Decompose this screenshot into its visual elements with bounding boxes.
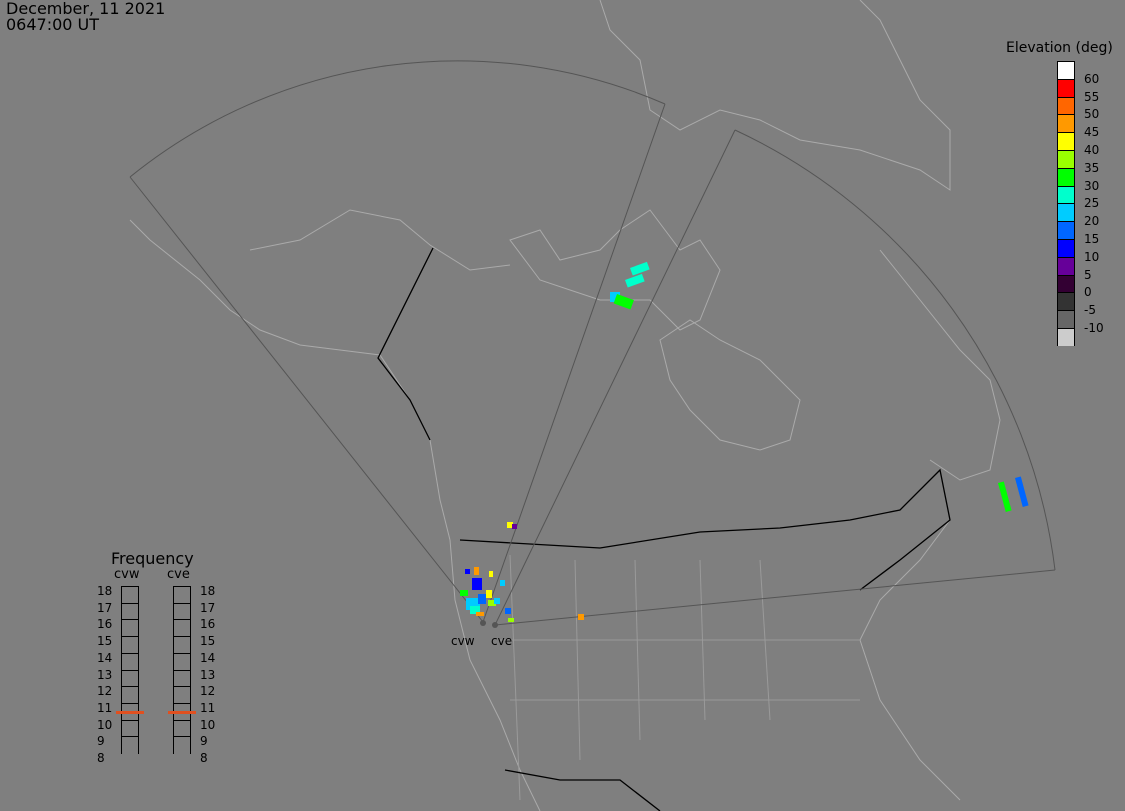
colorbar-label: 15 bbox=[1084, 232, 1100, 246]
colorbar-label: 5 bbox=[1084, 267, 1092, 282]
colorbar-label: 45 bbox=[1084, 125, 1100, 140]
alaska-coast bbox=[129, 219, 451, 541]
frequency-box bbox=[173, 669, 191, 688]
frequency-box bbox=[121, 669, 139, 688]
colorbar-swatch bbox=[1057, 167, 1075, 186]
frequency-box bbox=[173, 602, 191, 621]
east-coast bbox=[859, 519, 961, 801]
frequency-level-left: 12 bbox=[97, 684, 113, 699]
colorbar-swatch bbox=[1057, 149, 1075, 168]
frequency-box bbox=[173, 586, 191, 604]
cve-fov bbox=[494, 129, 1056, 626]
colorbar-label: 40 bbox=[1084, 143, 1100, 157]
colorbar-swatch bbox=[1057, 132, 1075, 150]
frequency-level-left: 9 bbox=[97, 734, 105, 749]
colorbar-swatch bbox=[1057, 96, 1075, 115]
frequency-level-right: 9 bbox=[200, 734, 208, 749]
colorbar-swatch bbox=[1057, 292, 1075, 311]
frequency-level-left: 17 bbox=[97, 600, 113, 615]
frequency-level-left: 10 bbox=[97, 717, 113, 732]
colorbar-swatch bbox=[1057, 256, 1075, 275]
colorbar-swatch bbox=[1057, 310, 1075, 328]
frequency-level-right: 16 bbox=[200, 617, 216, 632]
frequency-level-left: 13 bbox=[97, 667, 113, 682]
frequency-box bbox=[121, 636, 139, 654]
frequency-box bbox=[173, 636, 191, 654]
frequency-box bbox=[121, 652, 139, 671]
colorbar-label: 30 bbox=[1084, 178, 1100, 193]
frequency-level-left: 18 bbox=[97, 584, 113, 598]
colorbar-swatch bbox=[1057, 61, 1075, 79]
frequency-box bbox=[121, 686, 139, 704]
frequency-box bbox=[121, 619, 139, 638]
greenland-coast bbox=[599, 0, 951, 191]
frequency-marker-cvw bbox=[116, 711, 144, 715]
elevation-colorbar: 60 55 50 45 40 35 30 25 20 15 10 5 0 -5 -10 bbox=[1057, 61, 1104, 346]
frequency-level-left: 16 bbox=[97, 617, 113, 632]
frequency-level-right: 17 bbox=[200, 600, 216, 615]
frequency-level-left: 8 bbox=[97, 751, 105, 765]
frequency-title: Frequency bbox=[111, 549, 194, 568]
frequency-box bbox=[121, 736, 139, 754]
border-mexico bbox=[504, 769, 661, 811]
colorbar-label: 55 bbox=[1084, 89, 1100, 104]
frequency-level-right: 14 bbox=[200, 650, 216, 665]
colorbar-label: 0 bbox=[1084, 285, 1092, 300]
colorbar-swatch bbox=[1057, 238, 1075, 257]
border-canada-us bbox=[459, 468, 951, 591]
timestamp: December, 11 2021 0647:00 UT bbox=[6, 1, 165, 33]
frequency-box bbox=[121, 586, 139, 604]
frequency-level-right: 8 bbox=[200, 751, 208, 765]
arctic-islands bbox=[509, 209, 721, 331]
colorbar-swatch bbox=[1057, 78, 1075, 97]
frequency-box bbox=[121, 602, 139, 621]
frequency-level-right: 10 bbox=[200, 717, 216, 732]
colorbar-swatch bbox=[1057, 274, 1075, 293]
west-coast bbox=[449, 539, 541, 811]
frequency-level-right: 11 bbox=[200, 700, 216, 715]
colorbar-label: 25 bbox=[1084, 196, 1100, 211]
frequency-box bbox=[173, 652, 191, 671]
frequency-level-left: 14 bbox=[97, 650, 113, 665]
frequency-marker-cve bbox=[168, 711, 196, 715]
radar-map bbox=[129, 0, 1056, 811]
frequency-level-right: 15 bbox=[200, 634, 216, 649]
colorbar-swatch bbox=[1057, 203, 1075, 222]
colorbar-label: 60 bbox=[1084, 71, 1100, 86]
cvw-fov bbox=[129, 60, 666, 623]
frequency-level-right: 12 bbox=[200, 684, 216, 699]
echoes bbox=[460, 261, 1029, 622]
site-label-cvw: cvw bbox=[451, 634, 475, 648]
north-coast bbox=[249, 209, 511, 271]
frequency-box bbox=[173, 736, 191, 754]
frequency-level-left: 15 bbox=[97, 634, 113, 649]
colorbar-label: -10 bbox=[1084, 321, 1104, 335]
colorbar-label: 20 bbox=[1084, 214, 1100, 229]
site-label-cve: cve bbox=[491, 634, 513, 648]
border-alaska bbox=[377, 247, 434, 441]
colorbar-label: 35 bbox=[1084, 160, 1100, 175]
colorbar-swatch bbox=[1057, 327, 1075, 346]
elevation-legend-title: Elevation (deg) bbox=[1006, 40, 1113, 56]
colorbar-swatch bbox=[1057, 185, 1075, 204]
frequency-cvw-label: cvw bbox=[114, 567, 140, 582]
frequency-box bbox=[173, 686, 191, 704]
colorbar-label: -5 bbox=[1084, 303, 1096, 318]
colorbar-label: 10 bbox=[1084, 249, 1100, 264]
hudson-bay bbox=[659, 319, 801, 451]
labrador-coast bbox=[879, 249, 1001, 481]
frequency-level-right: 13 bbox=[200, 667, 216, 682]
colorbar-label: 50 bbox=[1084, 107, 1100, 122]
frequency-cve-label: cve bbox=[167, 567, 190, 582]
frequency-box bbox=[173, 619, 191, 638]
time-label: 0647:00 UT bbox=[6, 15, 100, 34]
frequency-box bbox=[121, 719, 139, 738]
colorbar-swatch bbox=[1057, 114, 1075, 133]
colorbar-swatch bbox=[1057, 221, 1075, 239]
frequency-box bbox=[173, 719, 191, 738]
frequency-level-right: 18 bbox=[200, 584, 216, 598]
frequency-level-left: 11 bbox=[97, 700, 113, 715]
